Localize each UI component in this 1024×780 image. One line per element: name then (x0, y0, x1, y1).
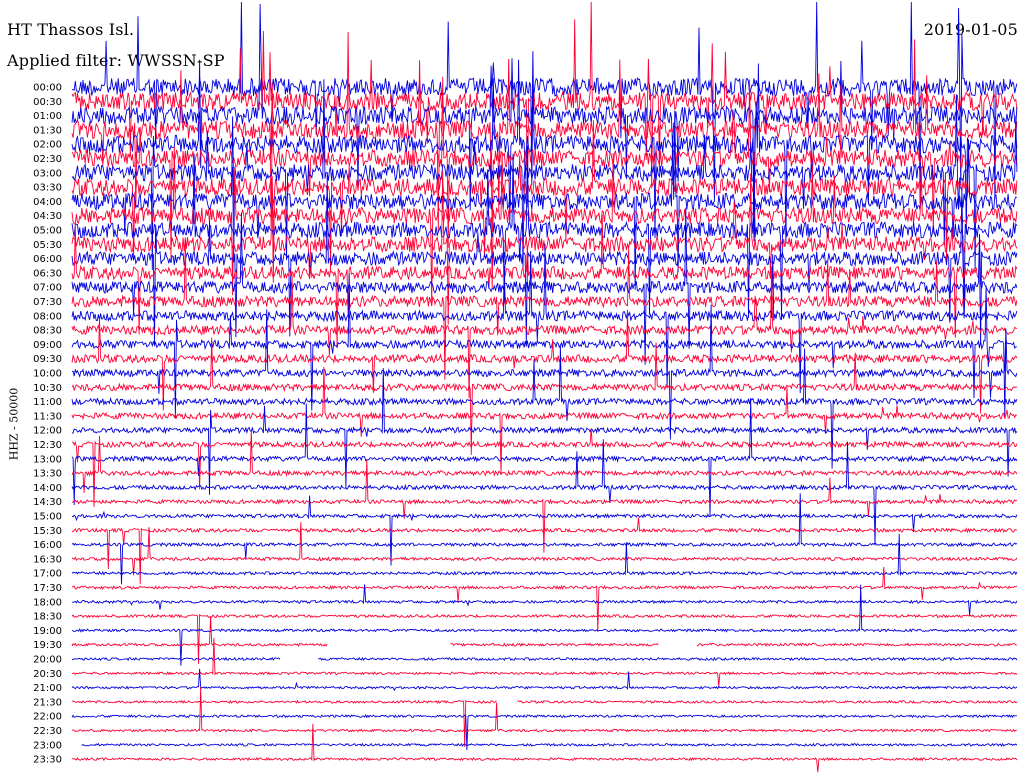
trace-1030 (71, 337, 1018, 455)
time-label-group: 00:00 00:30 01:00 01:30 02:00 02:30 03:00 03:30… (33, 83, 62, 766)
time-label: 12:30 (33, 440, 62, 451)
time-label: 00:30 (33, 97, 62, 108)
time-label: 01:30 (33, 125, 62, 136)
time-label: 13:30 (33, 469, 62, 480)
time-label: 22:30 (33, 726, 62, 737)
time-label: 19:30 (33, 640, 62, 651)
time-label: 10:30 (33, 383, 62, 394)
time-label: 18:00 (33, 597, 62, 608)
time-label: 16:00 (33, 540, 62, 551)
time-label: 23:00 (33, 740, 62, 751)
time-label: 02:00 (33, 140, 62, 151)
time-label: 22:00 (33, 712, 62, 723)
time-label: 03:00 (33, 168, 62, 179)
trace-1130 (71, 366, 1018, 475)
time-label: 20:00 (33, 655, 62, 666)
time-label: 17:00 (33, 569, 62, 580)
time-label: 13:00 (33, 454, 62, 465)
trace-2230 (71, 686, 1017, 733)
time-label: 02:30 (33, 154, 62, 165)
time-label: 17:30 (33, 583, 62, 594)
time-label: 16:30 (33, 554, 62, 565)
time-label: 06:30 (33, 268, 62, 279)
trace-1000 (71, 304, 1018, 440)
time-label: 14:30 (33, 497, 62, 508)
trace-2100 (71, 668, 1018, 692)
trace-1100 (71, 345, 1018, 469)
time-label: 09:00 (33, 340, 62, 351)
time-label: 11:30 (33, 411, 62, 422)
time-label: 06:00 (33, 254, 62, 265)
time-label: 05:00 (33, 226, 62, 237)
time-label: 07:00 (33, 283, 62, 294)
time-label: 18:30 (33, 612, 62, 623)
time-label: 04:00 (33, 197, 62, 208)
time-label: 23:30 (33, 755, 62, 766)
time-label: 01:00 (33, 111, 62, 122)
time-label: 15:30 (33, 526, 62, 537)
time-label: 08:30 (33, 326, 62, 337)
time-label: 09:30 (33, 354, 62, 365)
trace-1800 (71, 584, 1018, 616)
time-label: 21:30 (33, 697, 62, 708)
time-label: 11:00 (33, 397, 62, 408)
time-label: 19:00 (33, 626, 62, 637)
trace-1730 (71, 566, 1018, 632)
time-label: 10:00 (33, 369, 62, 380)
time-label: 08:00 (33, 311, 62, 322)
time-label: 05:30 (33, 240, 62, 251)
trace-2130 (71, 699, 1018, 747)
time-label: 21:00 (33, 683, 62, 694)
trace-1230 (71, 428, 1018, 507)
trace-2300 (81, 742, 1018, 747)
trace-2000 (71, 656, 1018, 662)
time-label: 20:30 (33, 669, 62, 680)
trace-0930 (71, 309, 1018, 414)
time-label: 15:00 (33, 512, 62, 523)
time-label: 07:30 (33, 297, 62, 308)
time-label: 03:30 (33, 183, 62, 194)
helicorder-plot: 00:00 00:30 01:00 01:30 02:00 02:30 03:00 03:30… (33, 1, 1018, 773)
time-label: 14:00 (33, 483, 62, 494)
time-label: 00:00 (33, 83, 62, 94)
trace-0100 (71, 3, 1018, 224)
trace-group (71, 1, 1018, 773)
time-label: 12:00 (33, 426, 62, 437)
time-label: 04:30 (33, 211, 62, 222)
